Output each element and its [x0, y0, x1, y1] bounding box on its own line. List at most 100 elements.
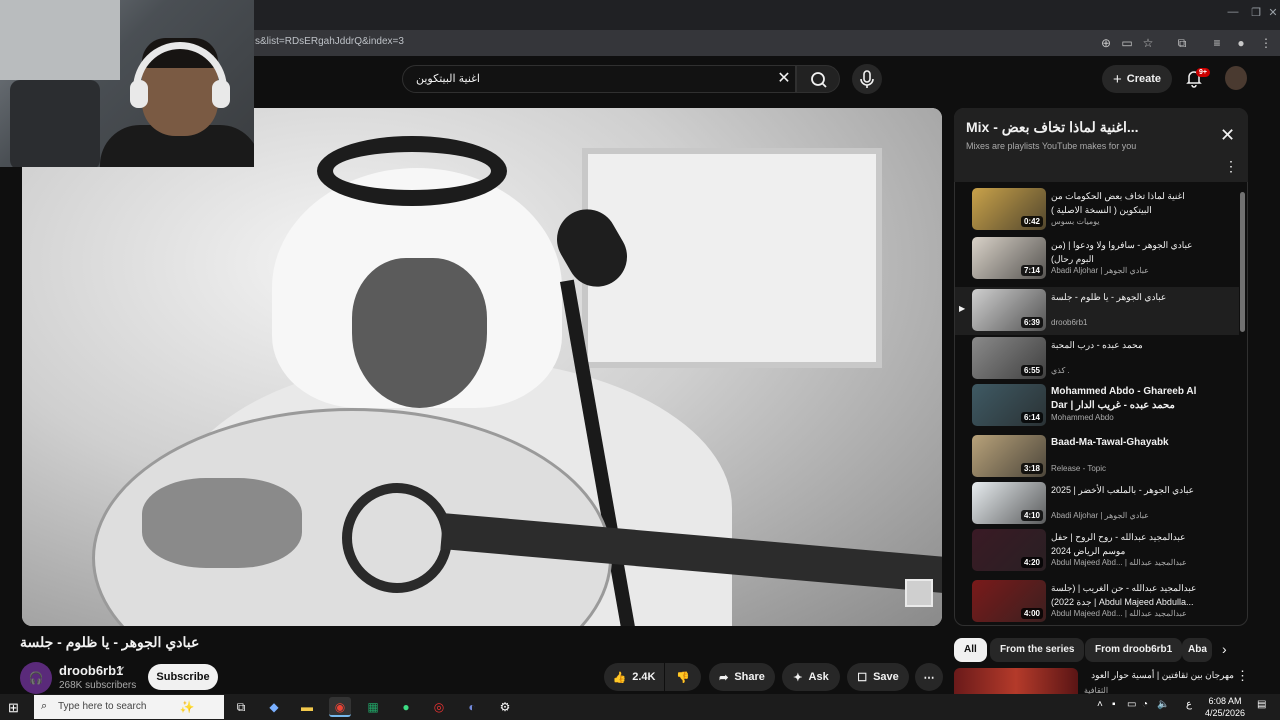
playlist-item-channel: Abadi Aljohar | عبادي الجوهر — [1051, 266, 1149, 275]
playlist-item[interactable]: ▶ 6:39 عبادي الجوهر - يا ظلوم - جلسة droob6… — [955, 287, 1239, 335]
obs-icon[interactable]: ◎ — [428, 697, 450, 717]
share-icon: ➦ — [719, 671, 729, 684]
playlist-item-title[interactable]: Mohammed Abdo - Ghareeb Al Dar | محمد عب… — [1051, 385, 1201, 413]
network-icon[interactable]: ◔ — [1142, 699, 1148, 710]
android-app-icon[interactable]: ● — [395, 697, 417, 717]
excel-icon[interactable]: ▦ — [362, 697, 384, 717]
tray-chevron-icon[interactable]: ˄ — [1097, 699, 1103, 710]
playlist-item-thumbnail[interactable]: 0:42 — [972, 188, 1046, 230]
playlist-item-thumbnail[interactable]: 3:18 — [972, 435, 1046, 477]
copilot-icon[interactable]: ◆ — [263, 697, 285, 717]
thumbs-down-icon: 👎 — [676, 671, 690, 684]
ask-label: Ask — [808, 671, 829, 683]
chip-aba[interactable]: Aba — [1182, 638, 1212, 662]
channel-watermark[interactable] — [905, 579, 933, 607]
playlist-item-thumbnail[interactable]: 4:10 — [972, 482, 1046, 524]
discord-icon[interactable]: ◐ — [461, 697, 483, 717]
minimize-button[interactable]: — — [1222, 6, 1244, 22]
language-indicator[interactable]: ع — [1186, 699, 1192, 710]
playlist-item[interactable]: 7:14 عبادي الجوهر - سافروا ولا ودعوا | (م… — [955, 235, 1239, 283]
cast-icon[interactable]: ▭ — [1118, 34, 1136, 52]
windows-start-icon[interactable]: ⊞ — [8, 700, 19, 716]
playlist-item[interactable]: 4:00 عبدالمجيد عبدالله - حن الغريب | (جلس… — [955, 578, 1239, 626]
playlist-item-thumbnail[interactable]: 6:14 — [972, 384, 1046, 426]
playlist-scrollbar[interactable] — [1240, 192, 1245, 332]
subscribe-button[interactable]: Subscribe — [148, 664, 218, 690]
account-avatar[interactable] — [1225, 66, 1247, 90]
dislike-button[interactable]: 👎 — [665, 663, 701, 691]
like-count: 2.4K — [632, 671, 656, 683]
task-view-icon[interactable]: ⧉ — [230, 697, 252, 717]
reading-list-icon[interactable]: ≡ — [1208, 34, 1226, 52]
playlist-item-thumbnail[interactable]: 4:20 — [972, 529, 1046, 571]
playlist-item-title[interactable]: Baad-Ma-Tawal-Ghayabk — [1051, 436, 1201, 450]
chrome-taskbar-icon[interactable]: ◉ — [329, 697, 351, 717]
zoom-icon[interactable]: ⊕ — [1097, 34, 1115, 52]
chip-from-series[interactable]: From the series — [990, 638, 1085, 662]
battery-icon[interactable]: ▭ — [1127, 699, 1136, 710]
chevron-right-icon[interactable]: › — [1222, 641, 1227, 657]
video-player[interactable] — [22, 108, 942, 626]
chip-from-channel[interactable]: From droob6rb1 — [1085, 638, 1183, 662]
verified-icon: ✔ — [117, 665, 126, 676]
playlist-item-thumbnail[interactable]: 6:39 — [972, 289, 1046, 331]
profile-icon[interactable]: ● — [1232, 34, 1250, 52]
search-button[interactable] — [796, 65, 840, 93]
channel-name[interactable]: droob6rb1 — [59, 663, 123, 678]
url-text[interactable]: s&list=RDsERgahJddrQ&index=3 — [255, 36, 404, 47]
playlist-item-title[interactable]: عبادي الجوهر - يا ظلوم - جلسة — [1051, 290, 1201, 304]
playlist-item-thumbnail[interactable]: 4:00 — [972, 580, 1046, 622]
playlist-item[interactable]: 0:42 اغنية لماذا تخاف بعض الحكومات من الب… — [955, 186, 1239, 234]
file-explorer-icon[interactable]: ▬ — [296, 697, 318, 717]
playlist-item-thumbnail[interactable]: 7:14 — [972, 237, 1046, 279]
more-actions-button[interactable]: ⋯ — [915, 663, 943, 691]
playlist-item-title[interactable]: عبدالمجيد عبدالله - روح الروح | حفل موسم… — [1051, 530, 1201, 558]
clear-search-icon[interactable]: ✕ — [775, 68, 793, 88]
playlist-item[interactable]: 6:14 Mohammed Abdo - Ghareeb Al Dar | محم… — [955, 382, 1239, 430]
playlist-item-title[interactable]: عبادي الجوهر - بالملعب الأخضر | 2025 — [1051, 483, 1201, 497]
close-playlist-icon[interactable]: ✕ — [1220, 125, 1235, 146]
browser-menu-icon[interactable]: ⋮ — [1257, 34, 1275, 52]
playlist-item-thumbnail[interactable]: 6:55 — [972, 337, 1046, 379]
close-window-button[interactable]: ✕ — [1262, 6, 1280, 22]
ask-button[interactable]: ✦ Ask — [782, 663, 840, 691]
taskbar-time[interactable]: 6:08 AM — [1202, 696, 1248, 706]
playlist-item-channel: يوميات بسوس — [1051, 217, 1100, 226]
playlist-item-duration: 6:14 — [1020, 412, 1043, 423]
playlist-item-duration: 3:18 — [1020, 463, 1043, 474]
playlist-item-channel: Mohammed Abdo — [1051, 413, 1114, 422]
extensions-icon[interactable]: ⧉ — [1173, 34, 1191, 52]
playlist-title[interactable]: Mix - اغنية لماذا تخاف بعض... — [966, 119, 1176, 136]
recommendation-menu-icon[interactable]: ⋮ — [1236, 668, 1249, 684]
taskbar-widget-icon[interactable]: ✨ — [176, 697, 198, 717]
playlist-item[interactable]: 4:10 عبادي الجوهر - بالملعب الأخضر | 2025… — [955, 480, 1239, 528]
chip-all[interactable]: All — [954, 638, 987, 662]
playlist-menu-icon[interactable]: ⋮ — [1224, 158, 1238, 175]
video-scene-face — [352, 258, 487, 408]
playlist-item[interactable]: 3:18 Baad-Ma-Tawal-Ghayabk Release - Topic — [955, 433, 1239, 481]
playlist-item-duration: 4:20 — [1020, 557, 1043, 568]
create-button[interactable]: + Create — [1102, 65, 1172, 93]
bookmark-star-icon[interactable]: ☆ — [1139, 34, 1157, 52]
voice-search-button[interactable] — [852, 64, 882, 94]
save-button[interactable]: ☐ Save — [847, 663, 909, 691]
playlist-item-channel: Abdul Majeed Abd... | عبدالمجيد عبدالله — [1051, 558, 1187, 567]
volume-icon[interactable]: 🔈 — [1157, 699, 1169, 710]
playlist-item[interactable]: 4:20 عبدالمجيد عبدالله - روح الروح | حفل … — [955, 527, 1239, 575]
video-title: عبادي الجوهر - يا ظلوم - جلسة — [20, 634, 200, 650]
playlist-item-duration: 6:39 — [1020, 317, 1043, 328]
notification-center-icon[interactable]: ▤ — [1257, 699, 1266, 710]
taskbar-date[interactable]: 4/25/2026 — [1202, 708, 1248, 718]
playlist-item-title[interactable]: محمد عبده - درب المحبة — [1051, 338, 1201, 352]
settings-gear-icon[interactable]: ⚙ — [494, 697, 516, 717]
like-button[interactable]: 👍 2.4K — [604, 663, 664, 691]
playlist-item-title[interactable]: عبدالمجيد عبدالله - حن الغريب | (جلسة جد… — [1051, 581, 1201, 609]
recommendation-title[interactable]: مهرجان بين ثقافتين | أمسية حوار العود — [1084, 670, 1234, 681]
channel-avatar[interactable]: 🎧 — [20, 662, 52, 694]
playlist-item-title[interactable]: عبادي الجوهر - سافروا ولا ودعوا | (من ال… — [1051, 238, 1201, 266]
tray-app-icon[interactable]: ▪ — [1112, 699, 1116, 710]
more-horizontal-icon: ⋯ — [923, 671, 935, 684]
share-button[interactable]: ➦ Share — [709, 663, 775, 691]
playlist-item[interactable]: 6:55 محمد عبده - درب المحبة كذي . — [955, 335, 1239, 383]
playlist-item-title[interactable]: اغنية لماذا تخاف بعض الحكومات من البيتكو… — [1051, 189, 1201, 217]
